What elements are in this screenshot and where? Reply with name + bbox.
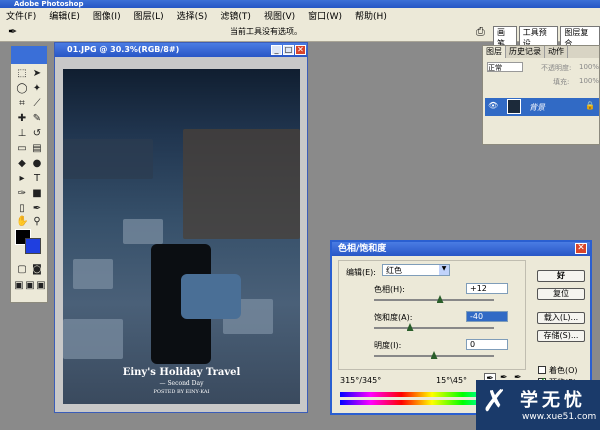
eye-icon[interactable]: 👁 <box>488 101 498 110</box>
menu-layer[interactable]: 图层(L) <box>134 9 164 22</box>
load-button[interactable]: 载入(L)... <box>537 312 585 324</box>
opacity-value[interactable]: 100% <box>579 63 599 71</box>
edit-label: 编辑(E): <box>346 268 376 277</box>
background-color-swatch[interactable] <box>25 238 41 254</box>
standard-mode-icon[interactable]: ▢ <box>16 264 28 276</box>
watermark: ✗ 学无忧 www.xue51.com <box>476 380 600 430</box>
menu-window[interactable]: 窗口(W) <box>308 9 342 22</box>
range-right: 15°\45° <box>436 376 468 385</box>
menu-edit[interactable]: 编辑(E) <box>49 9 80 22</box>
menu-select[interactable]: 选择(S) <box>177 9 208 22</box>
block <box>123 219 163 244</box>
magic-wand-icon[interactable]: ✦ <box>31 83 43 95</box>
lock-icon: 🔒 <box>585 101 595 110</box>
tab-layers[interactable]: 图层 <box>483 46 506 58</box>
hue-slider[interactable] <box>374 299 494 301</box>
app-title: Adobe Photoshop <box>14 0 84 8</box>
lasso-tool-icon[interactable]: ◯ <box>16 83 28 95</box>
options-hint: 当前工具没有选项。 <box>230 27 302 36</box>
menu-view[interactable]: 视图(V) <box>264 9 295 22</box>
brush-tool-icon[interactable]: ✎ <box>31 113 43 125</box>
hue-field[interactable]: +12 <box>466 283 508 294</box>
layers-panel: 图层 历史记录 动作 正常 不透明度: 100% 填充: 100% 👁 背景 🔒 <box>482 45 600 145</box>
photo-caption: Einy's Holiday Travel <box>122 367 241 378</box>
block <box>63 319 123 359</box>
colorize-label: 着色(O) <box>549 366 578 375</box>
eraser-tool-icon[interactable]: ▭ <box>16 143 28 155</box>
layers-tabs: 图层 历史记录 动作 <box>483 46 599 58</box>
quickmask-mode-icon[interactable]: ◙ <box>31 264 43 276</box>
tab-actions[interactable]: 动作 <box>545 46 568 58</box>
close-button[interactable]: ✕ <box>295 45 306 55</box>
lightness-label: 明度(I): <box>374 341 402 350</box>
hand-tool-icon[interactable]: ✋ <box>16 216 28 228</box>
menu-filter[interactable]: 滤镜(T) <box>220 9 251 22</box>
healing-brush-icon[interactable]: ✚ <box>16 113 28 125</box>
app-title-bar: Adobe Photoshop <box>0 0 600 8</box>
fill-label: 填充: <box>553 78 570 86</box>
path-select-icon[interactable]: ▸ <box>16 173 28 185</box>
menu-image[interactable]: 图像(I) <box>93 9 121 22</box>
edit-select[interactable]: 红色 ▼ <box>382 264 450 276</box>
dialog-close-button[interactable]: ✕ <box>575 243 587 254</box>
saturation-slider[interactable] <box>374 327 494 329</box>
block <box>73 259 113 289</box>
pen-tool-icon[interactable]: ✑ <box>16 188 28 200</box>
reset-button[interactable]: 复位 <box>537 288 585 300</box>
document-title[interactable]: 01.JPG @ 30.3%(RGB/8#) <box>55 43 307 57</box>
rocks <box>183 129 300 239</box>
type-tool-icon[interactable]: T <box>31 173 43 185</box>
save-button[interactable]: 存储(S)... <box>537 330 585 342</box>
menu-bar: 文件(F) 编辑(E) 图像(I) 图层(L) 选择(S) 滤镜(T) 视图(V… <box>0 8 600 22</box>
blur-tool-icon[interactable]: ◆ <box>16 158 28 170</box>
gradient-tool-icon[interactable]: ▤ <box>31 143 43 155</box>
layer-name: 背景 <box>529 103 545 112</box>
hue-label: 色相(H): <box>374 285 405 294</box>
eyedropper-tool-icon[interactable]: ✒ <box>31 203 43 215</box>
tab-history[interactable]: 历史记录 <box>506 46 545 58</box>
printer-icon[interactable]: ⎙ <box>476 25 485 39</box>
photo-subcaption: — Second Day <box>159 380 204 387</box>
notes-tool-icon[interactable]: ▯ <box>16 203 28 215</box>
eyedropper-icon[interactable]: ✒ <box>8 25 17 38</box>
colorize-checkbox[interactable] <box>538 366 546 374</box>
toolbox-header <box>11 46 47 64</box>
history-brush-icon[interactable]: ↺ <box>31 128 43 140</box>
blend-mode-select[interactable]: 正常 <box>487 62 523 72</box>
layer-row-background[interactable]: 👁 背景 🔒 <box>485 98 599 116</box>
zoom-tool-icon[interactable]: ⚲ <box>31 216 43 228</box>
slice-tool-icon[interactable]: ⟋ <box>31 98 43 110</box>
shape-tool-icon[interactable]: ■ <box>31 188 43 200</box>
document-window: 01.JPG @ 30.3%(RGB/8#) _ □ ✕ Einy's Holi… <box>54 42 308 413</box>
maximize-button[interactable]: □ <box>283 45 294 55</box>
canvas-photo[interactable]: Einy's Holiday Travel — Second Day POSTE… <box>63 69 300 404</box>
saturation-label: 饱和度(A): <box>374 313 413 322</box>
crop-tool-icon[interactable]: ⌗ <box>16 98 28 110</box>
dialog-title[interactable]: 色相/饱和度 <box>332 242 590 256</box>
seawall <box>63 139 153 179</box>
lightness-field[interactable]: 0 <box>466 339 508 350</box>
saturation-field[interactable]: -40 <box>466 311 508 322</box>
photo-credit: POSTED BY EINY·KAI <box>153 389 210 395</box>
menu-help[interactable]: 帮助(H) <box>355 9 387 22</box>
toolbox: ⬚ ➤ ◯ ✦ ⌗ ⟋ ✚ ✎ ⊥ ↺ ▭ ▤ ◆ ● ▸ T ✑ ■ ▯ ✒ … <box>10 45 48 303</box>
opacity-label: 不透明度: <box>541 64 572 72</box>
watermark-text: 学无忧 <box>520 390 586 411</box>
chevron-down-icon[interactable]: ▼ <box>439 265 449 275</box>
screen-mode-max-icon[interactable]: ▣ <box>35 280 47 292</box>
marquee-tool-icon[interactable]: ⬚ <box>16 68 28 80</box>
stamp-tool-icon[interactable]: ⊥ <box>16 128 28 140</box>
layer-thumbnail <box>507 99 521 114</box>
edit-value: 红色 <box>386 266 402 275</box>
fill-value[interactable]: 100% <box>579 77 599 85</box>
menu-file[interactable]: 文件(F) <box>6 9 36 22</box>
watermark-url: www.xue51.com <box>522 412 597 422</box>
move-tool-icon[interactable]: ➤ <box>31 68 43 80</box>
minimize-button[interactable]: _ <box>271 45 282 55</box>
person-jacket <box>181 274 241 319</box>
dodge-tool-icon[interactable]: ● <box>31 158 43 170</box>
range-left: 315°/345° <box>340 376 382 385</box>
ok-button[interactable]: 好 <box>537 270 585 282</box>
watermark-logo-icon: ✗ <box>482 384 508 419</box>
